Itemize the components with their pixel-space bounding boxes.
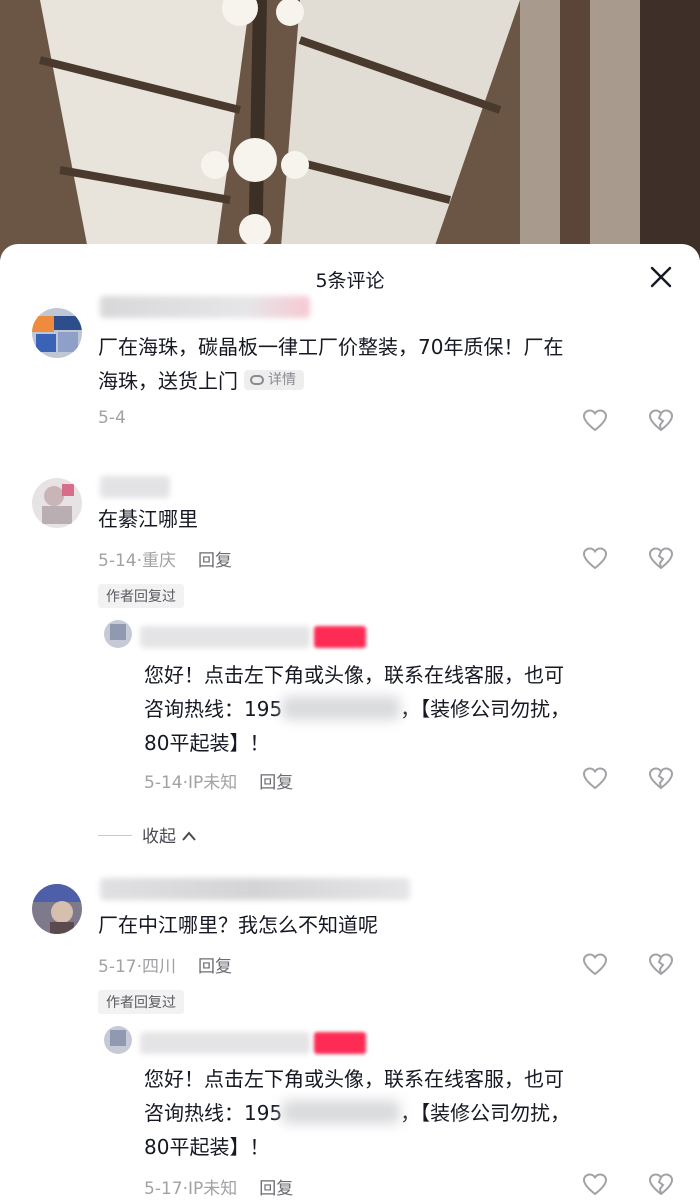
reply-button[interactable]: 回复: [259, 1179, 293, 1199]
reply-date: 5-17: [144, 1179, 183, 1199]
comment-text: 在綦江哪里: [98, 507, 198, 531]
reply-text: 您好！点击左下角或头像，联系在线客服，也可 咨询热线：195 ，【装修公司勿扰， …: [144, 1067, 571, 1159]
comment-date: 5-17: [98, 957, 137, 977]
reply-location: IP未知: [188, 1179, 238, 1199]
collapse-replies-button[interactable]: 收起: [98, 822, 197, 847]
comment-meta: 5-17·四川 回复: [98, 957, 232, 977]
phone-blurred: [282, 1100, 401, 1124]
broken-heart-icon[interactable]: [648, 952, 674, 978]
author-badge: [314, 1032, 366, 1054]
username-blurred[interactable]: [100, 296, 310, 318]
author-avatar[interactable]: [104, 620, 132, 648]
reply-button[interactable]: 回复: [198, 957, 232, 977]
phone-blurred: [282, 696, 401, 720]
comment-date: 5-4: [98, 408, 126, 428]
close-button[interactable]: [648, 264, 674, 290]
heart-icon[interactable]: [582, 546, 608, 572]
background-photo: [0, 0, 700, 260]
author-replied-tag: 作者回复过: [98, 584, 184, 608]
username-blurred[interactable]: [100, 878, 410, 900]
reply-text: 您好！点击左下角或头像，联系在线客服，也可 咨询热线：195 ，【装修公司勿扰， …: [144, 663, 571, 755]
author-badge: [314, 626, 366, 648]
broken-heart-icon[interactable]: [648, 1172, 674, 1198]
broken-heart-icon[interactable]: [648, 766, 674, 792]
reply-date: 5-14: [144, 773, 183, 793]
divider-dash: [98, 835, 132, 836]
heart-icon[interactable]: [582, 766, 608, 792]
comment-count-title: 5条评论: [315, 270, 385, 292]
comment-date: 5-14: [98, 551, 137, 571]
close-icon: [650, 266, 672, 288]
detail-link[interactable]: 详情: [244, 370, 304, 390]
reply-meta: 5-17·IP未知 回复: [144, 1179, 294, 1199]
author-name-blurred[interactable]: [140, 1032, 310, 1054]
author-avatar[interactable]: [104, 1026, 132, 1054]
author-replied-tag: 作者回复过: [98, 990, 184, 1014]
broken-heart-icon[interactable]: [648, 546, 674, 572]
broken-heart-icon[interactable]: [648, 408, 674, 434]
avatar[interactable]: [32, 308, 82, 358]
comment-location: 重庆: [142, 551, 176, 571]
comment-location: 四川: [142, 957, 176, 977]
heart-icon[interactable]: [582, 408, 608, 434]
reply-button[interactable]: 回复: [198, 551, 232, 571]
username-blurred[interactable]: [100, 476, 170, 498]
reply-location: IP未知: [188, 773, 238, 793]
reply-meta: 5-14·IP未知 回复: [144, 773, 294, 793]
avatar[interactable]: [32, 884, 82, 934]
comment-sheet: 5条评论 厂在海珠，碳晶板一律工厂价整装，70年质保！厂在 海珠，送货上门 详情 …: [0, 244, 700, 1200]
heart-icon[interactable]: [582, 952, 608, 978]
avatar[interactable]: [32, 478, 82, 528]
reply-button[interactable]: 回复: [259, 773, 293, 793]
chevron-up-icon: [182, 831, 197, 841]
comment-text: 厂在海珠，碳晶板一律工厂价整装，70年质保！厂在 海珠，送货上门 详情: [98, 335, 564, 393]
comment-meta: 5-14·重庆 回复: [98, 551, 232, 571]
comment-text: 厂在中江哪里？我怎么不知道呢: [98, 913, 378, 937]
heart-icon[interactable]: [582, 1172, 608, 1198]
comment-meta: 5-4: [98, 408, 126, 428]
link-icon: [250, 375, 264, 385]
author-name-blurred[interactable]: [140, 626, 310, 648]
